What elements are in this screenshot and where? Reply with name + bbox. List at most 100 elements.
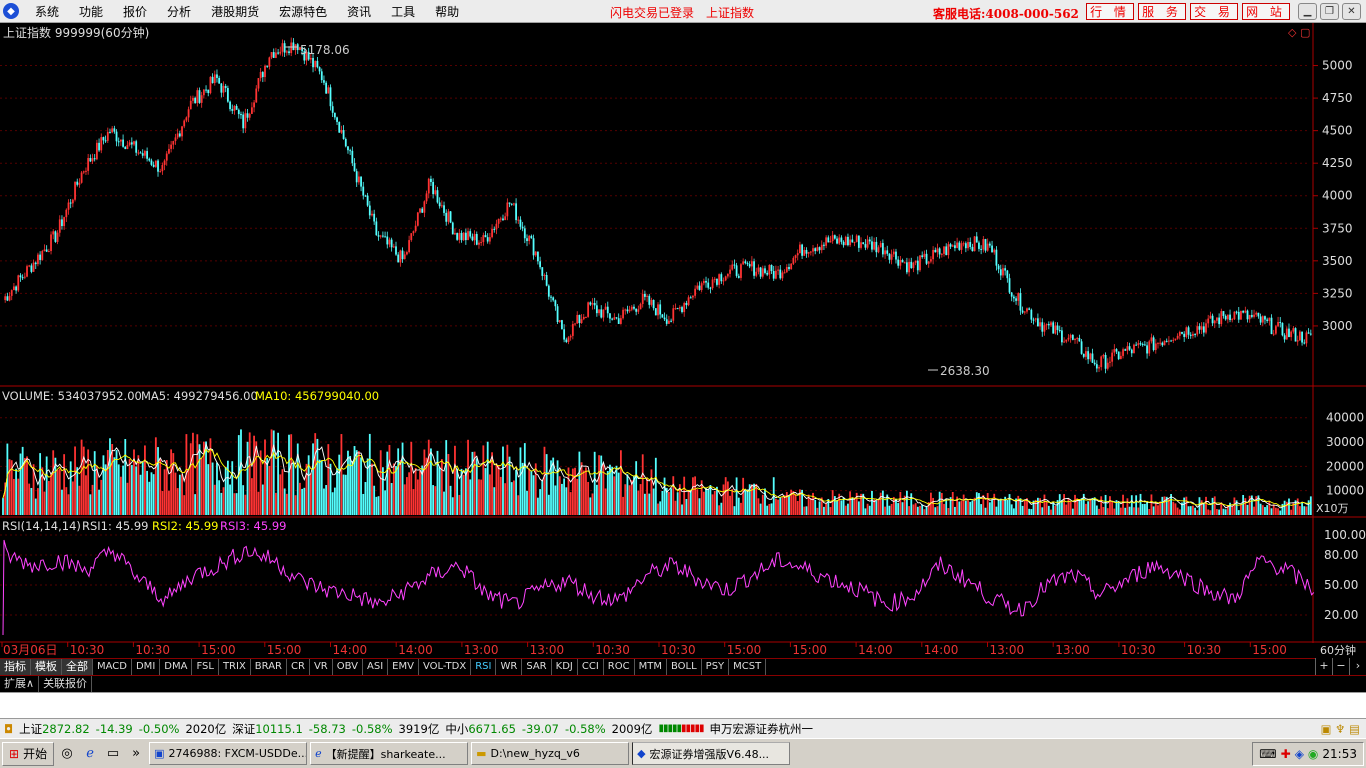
tab-indicator-kdj[interactable]: KDJ (551, 659, 578, 675)
tab-indicator[interactable]: 指标 (0, 659, 31, 675)
tab-indicator-dmi[interactable]: DMI (131, 659, 161, 675)
browser-quick-icon[interactable]: ◎ (57, 744, 77, 764)
tab-indicator-psy[interactable]: PSY (701, 659, 730, 675)
tab-indicator-cr[interactable]: CR (287, 659, 310, 675)
candle-body (886, 250, 889, 254)
tab-indicator-rsi[interactable]: RSI (471, 659, 497, 675)
candle-body (1008, 278, 1011, 293)
candle-body (259, 72, 262, 79)
tab-indicator-macd[interactable]: MACD (93, 659, 132, 675)
task-hongyuan[interactable]: ◆ 宏源证券增强版V6.48... (632, 742, 791, 765)
volume-bar (740, 502, 742, 515)
candle-body (1052, 322, 1055, 334)
volume-bar (438, 467, 441, 515)
tab-indicator-asi[interactable]: ASI (363, 659, 389, 675)
restore-icon[interactable]: ❐ (1320, 3, 1339, 20)
nav-website-button[interactable]: 网 站 (1242, 3, 1290, 20)
menu-quote[interactable]: 报价 (113, 3, 157, 20)
menu-tools[interactable]: 工具 (381, 3, 425, 20)
nav-market-button[interactable]: 行 情 (1086, 3, 1134, 20)
scroll-right-button[interactable]: › (1349, 658, 1366, 675)
zx-name: 中小 (445, 721, 469, 736)
volume-bar (1274, 507, 1277, 515)
candle-body (157, 160, 159, 172)
time-tick-label: 10:30 (661, 643, 696, 657)
start-button[interactable]: ⊞ 开始 (2, 741, 55, 766)
menu-help[interactable]: 帮助 (425, 3, 469, 20)
zoom-in-button[interactable]: + (1315, 658, 1332, 675)
candle-body (764, 268, 766, 273)
volume-bar (814, 499, 817, 515)
tab-indicator-mtm[interactable]: MTM (634, 659, 667, 675)
task-folder[interactable]: ▬ D:\new_hyzq_v6 (471, 742, 630, 765)
volume-bar (600, 455, 603, 515)
more-quick-icon[interactable]: » (126, 744, 146, 764)
candle-body (622, 309, 624, 319)
tab-indicator-mcst[interactable]: MCST (729, 659, 767, 675)
nav-service-button[interactable]: 服 务 (1138, 3, 1186, 20)
menu-system[interactable]: 系统 (25, 3, 69, 20)
tab-indicator-vr[interactable]: VR (309, 659, 333, 675)
network-icon[interactable]: ✚ (1281, 747, 1291, 761)
kline-chart[interactable]: 上证指数 999999(60分钟) ◇ ▢ 5000 4750 4500 4250 40… (0, 23, 1366, 658)
keyboard-icon[interactable]: ⌨ (1259, 747, 1276, 761)
ie-quick-icon[interactable]: ℯ (80, 744, 100, 764)
tab-indicator-trix[interactable]: TRIX (218, 659, 251, 675)
tab-indicator-vol-tdx[interactable]: VOL-TDX (418, 659, 472, 675)
menu-analysis[interactable]: 分析 (157, 3, 201, 20)
menu-function[interactable]: 功能 (69, 3, 113, 20)
status-tools-icon[interactable]: ▣ ♆ ▤ (1321, 722, 1360, 736)
tab-indicator-fsl[interactable]: FSL (192, 659, 219, 675)
update-icon[interactable]: ◉ (1308, 747, 1318, 761)
menu-hongyuan-features[interactable]: 宏源特色 (269, 3, 337, 20)
candle-body (1137, 343, 1140, 346)
candle-body (196, 90, 199, 104)
menu-hk-futures[interactable]: 港股期货 (201, 3, 269, 20)
candle-body (486, 237, 489, 242)
volume-bar (192, 432, 194, 515)
nav-trade-button[interactable]: 交 易 (1190, 3, 1238, 20)
close-icon[interactable]: ✕ (1342, 3, 1361, 20)
candle-body (624, 309, 627, 311)
volume-bar (624, 484, 627, 515)
candle-body (508, 202, 511, 204)
volume-bar (390, 483, 393, 515)
tab-indicator-boll[interactable]: BOLL (666, 659, 702, 675)
login-status[interactable]: 闪电交易已登录 (610, 4, 694, 21)
expand-tab[interactable]: 扩展∧ (0, 676, 40, 693)
volume-bar (74, 446, 76, 515)
candle-body (700, 283, 703, 291)
desktop-quick-icon[interactable]: ▭ (103, 744, 123, 764)
menu-news[interactable]: 资讯 (337, 3, 381, 20)
volume-bar (569, 492, 572, 515)
tab-indicator-emv[interactable]: EMV (388, 659, 419, 675)
rsi-tick-label: 100.00 (1324, 528, 1366, 542)
period-label[interactable]: 60分钟 (1320, 643, 1356, 657)
task-fxcm[interactable]: ▣ 2746988: FXCM-USDDe... (149, 742, 308, 765)
tab-indicator-cci[interactable]: CCI (577, 659, 604, 675)
tab-indicator-dma[interactable]: DMA (160, 659, 193, 675)
candle-body (141, 153, 144, 156)
related-quotes-tab[interactable]: 关联报价 (39, 676, 93, 693)
candle-body (102, 137, 105, 141)
candle-body (1244, 310, 1247, 313)
zoom-out-button[interactable]: − (1332, 658, 1349, 675)
volume-bar (1148, 508, 1151, 515)
tab-indicator-roc[interactable]: ROC (603, 659, 635, 675)
tab-all[interactable]: 全部 (62, 659, 93, 675)
tab-indicator-sar[interactable]: SAR (522, 659, 552, 675)
volume-bar (120, 476, 122, 515)
panel-expand-icon[interactable]: ◇ ▢ (1288, 26, 1310, 39)
minimize-icon[interactable]: ▁ (1298, 3, 1317, 20)
tab-indicator-obv[interactable]: OBV (332, 659, 363, 675)
task-reminder[interactable]: ℯ 【新提醒】sharkeate... (310, 742, 469, 765)
candle-body (316, 60, 319, 68)
security-icon[interactable]: ◈ (1295, 747, 1304, 761)
volume-bar (399, 459, 402, 515)
tab-indicator-wr[interactable]: WR (496, 659, 523, 675)
tab-indicator-brar[interactable]: BRAR (250, 659, 287, 675)
volume-bar (993, 493, 996, 515)
tab-template[interactable]: 模板 (31, 659, 62, 675)
sh-pct: -0.50% (138, 721, 180, 736)
clock[interactable]: 21:53 (1322, 747, 1357, 761)
